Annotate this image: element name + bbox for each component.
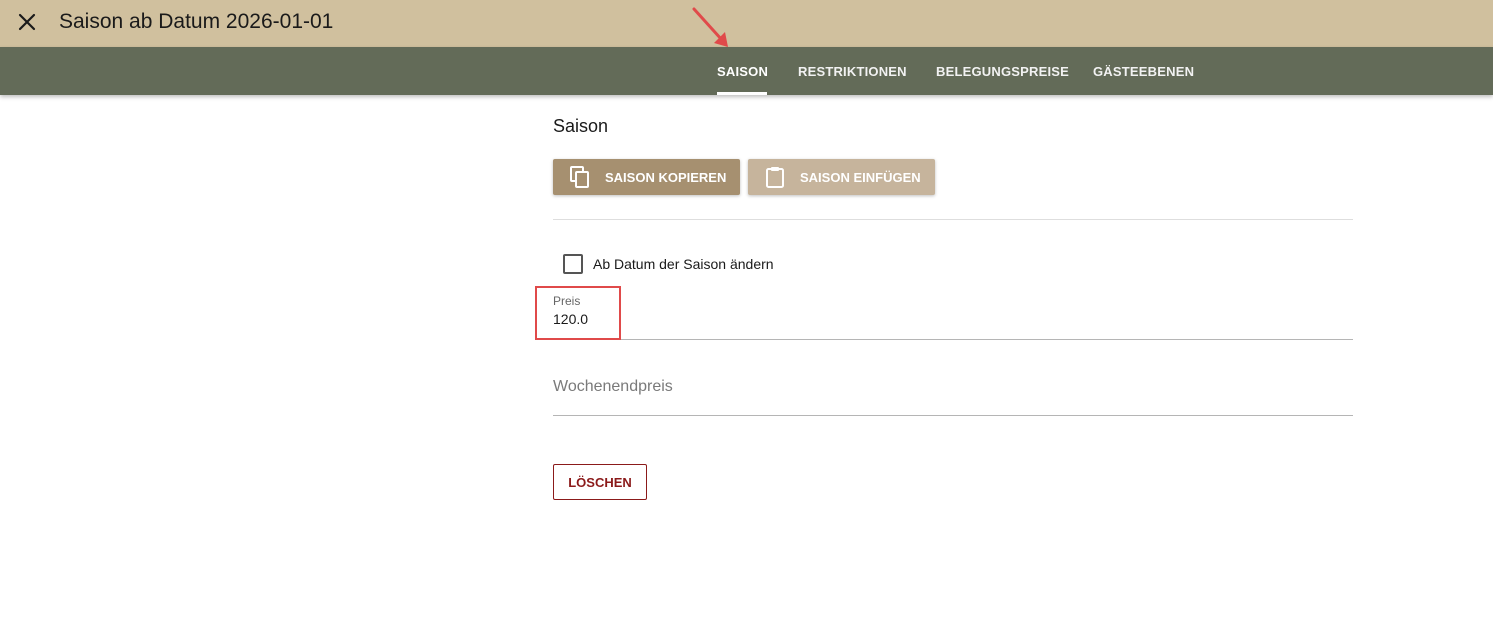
paste-season-label: SAISON EINFÜGEN bbox=[800, 169, 921, 185]
section-divider bbox=[553, 219, 1353, 220]
tab-belegungspreise[interactable]: BELEGUNGSPREISE bbox=[936, 47, 1069, 95]
annotation-highlight-box bbox=[535, 286, 621, 340]
price-field-underline bbox=[553, 339, 1353, 340]
close-icon[interactable] bbox=[14, 9, 40, 35]
title-bar: Saison ab Datum 2026-01-01 bbox=[0, 0, 1493, 47]
change-date-checkbox[interactable] bbox=[563, 254, 583, 274]
paste-season-button[interactable]: SAISON EINFÜGEN bbox=[748, 159, 935, 195]
copy-season-label: SAISON KOPIEREN bbox=[605, 169, 727, 185]
clipboard-icon bbox=[764, 166, 786, 188]
annotation-arrow-icon bbox=[692, 7, 728, 47]
copy-icon bbox=[569, 166, 591, 188]
tab-saison[interactable]: SAISON bbox=[717, 47, 768, 95]
section-title: Saison bbox=[553, 116, 609, 136]
weekend-price-field[interactable]: Wochenendpreis bbox=[553, 378, 673, 396]
tab-restriktionen[interactable]: RESTRIKTIONEN bbox=[798, 47, 907, 95]
tab-bar: SAISON RESTRIKTIONEN BELEGUNGSPREISE GÄS… bbox=[0, 47, 1493, 95]
weekend-price-underline bbox=[553, 415, 1353, 416]
copy-season-button[interactable]: SAISON KOPIEREN bbox=[553, 159, 740, 195]
change-date-label: Ab Datum der Saison ändern bbox=[593, 256, 774, 272]
delete-button[interactable]: LÖSCHEN bbox=[553, 464, 647, 500]
active-tab-indicator bbox=[717, 92, 767, 95]
dialog-title: Saison ab Datum 2026-01-01 bbox=[59, 10, 334, 33]
tab-gaesteebenen[interactable]: GÄSTEEBENEN bbox=[1093, 47, 1194, 95]
